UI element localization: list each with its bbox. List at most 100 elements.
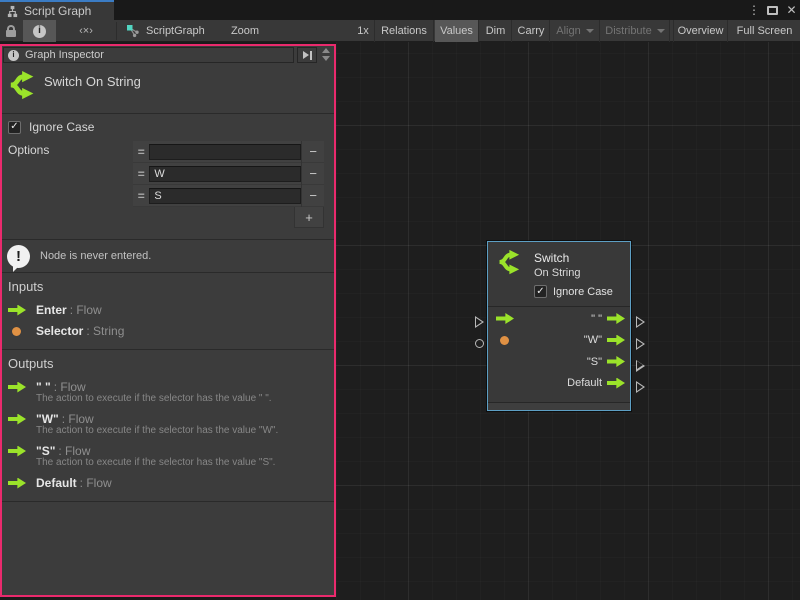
input-port-row: Selector: String bbox=[12, 322, 124, 340]
node-ignore-case-label: Ignore Case bbox=[553, 286, 613, 298]
distribute-dropdown[interactable]: Distribute bbox=[601, 20, 670, 42]
port-triangle-icon[interactable] bbox=[636, 316, 645, 328]
scroll-up-icon[interactable] bbox=[322, 48, 330, 53]
flow-arrow-icon bbox=[8, 414, 26, 425]
zoom-value: 1x bbox=[354, 20, 372, 42]
flow-output-port[interactable] bbox=[607, 335, 625, 346]
carry-button[interactable]: Carry bbox=[513, 20, 550, 42]
scroll-spinner bbox=[319, 46, 334, 64]
info-icon: i bbox=[33, 25, 46, 38]
align-dropdown[interactable]: Align bbox=[551, 20, 600, 42]
option-input[interactable] bbox=[149, 166, 301, 182]
hierarchy-icon bbox=[6, 5, 19, 18]
warning-text: Node is never entered. bbox=[40, 250, 151, 262]
node-body: " " "W" "S" Default bbox=[488, 308, 630, 394]
drag-handle-icon[interactable]: = bbox=[133, 145, 149, 159]
inputs-heading: Inputs bbox=[8, 279, 43, 294]
inspector-title: Graph Inspector bbox=[25, 49, 104, 61]
port-triangle-icon[interactable] bbox=[636, 381, 645, 393]
ignore-case-checkbox[interactable]: ✓ bbox=[8, 121, 21, 134]
lock-icon bbox=[6, 25, 16, 37]
flow-arrow-icon bbox=[8, 382, 26, 393]
node-ignore-case-checkbox[interactable]: ✓ bbox=[534, 285, 547, 298]
script-graph-window: Script Graph ⋮ ✕ i ‹×› ScriptGraph bbox=[0, 0, 800, 600]
flow-input-port[interactable] bbox=[496, 313, 514, 324]
options-list: = − = − = − + bbox=[133, 141, 324, 228]
switch-icon bbox=[497, 249, 525, 275]
option-row: = − bbox=[133, 185, 324, 207]
values-button[interactable]: Values bbox=[435, 20, 479, 42]
code-view-button[interactable]: ‹×› bbox=[60, 20, 112, 42]
scroll-down-icon[interactable] bbox=[322, 56, 330, 61]
output-port-description: The action to execute if the selector ha… bbox=[36, 425, 278, 436]
option-row: = − bbox=[133, 163, 324, 185]
flow-arrow-icon bbox=[8, 446, 26, 457]
output-port-description: The action to execute if the selector ha… bbox=[36, 457, 275, 468]
ignore-case-row: ✓ Ignore Case bbox=[8, 120, 94, 134]
switch-icon bbox=[9, 70, 39, 100]
graph-breadcrumb[interactable]: ScriptGraph bbox=[126, 20, 226, 42]
code-icon: ‹×› bbox=[79, 25, 93, 37]
graph-toolbar: i ‹×› ScriptGraph Zoom 1x Relations Valu… bbox=[0, 20, 800, 42]
flow-arrow-icon bbox=[8, 478, 26, 489]
option-row: = − bbox=[133, 141, 324, 163]
info-icon: i bbox=[8, 50, 19, 61]
chevron-down-icon bbox=[586, 29, 594, 33]
menu-icon[interactable]: ⋮ bbox=[748, 3, 760, 17]
port-circle-icon[interactable] bbox=[475, 339, 484, 348]
separator bbox=[2, 272, 334, 273]
option-input[interactable] bbox=[149, 188, 301, 204]
flow-output-port[interactable] bbox=[607, 378, 625, 389]
relations-button[interactable]: Relations bbox=[374, 20, 434, 42]
value-input-port[interactable] bbox=[500, 336, 509, 345]
port-triangle-icon[interactable] bbox=[636, 360, 645, 372]
output-port-description: The action to execute if the selector ha… bbox=[36, 393, 272, 404]
node-header: Switch On String ✓ Ignore Case bbox=[488, 242, 630, 307]
close-icon[interactable]: ✕ bbox=[785, 3, 798, 17]
node-footer bbox=[488, 402, 630, 410]
overview-button[interactable]: Overview bbox=[673, 20, 728, 42]
add-option-button[interactable]: + bbox=[294, 207, 324, 228]
inspector-toggle-button[interactable]: i bbox=[23, 20, 56, 42]
script-graph-icon bbox=[126, 24, 140, 38]
separator bbox=[2, 239, 334, 240]
ignore-case-label: Ignore Case bbox=[29, 120, 94, 134]
flow-output-port[interactable] bbox=[607, 356, 625, 367]
remove-option-button[interactable]: − bbox=[301, 163, 324, 185]
inspector-header: i Graph Inspector bbox=[3, 47, 294, 63]
input-port-row: Enter: Flow bbox=[8, 301, 102, 319]
separator bbox=[2, 349, 334, 350]
outputs-heading: Outputs bbox=[8, 356, 54, 371]
zoom-label: Zoom bbox=[228, 20, 262, 42]
option-input[interactable] bbox=[149, 144, 301, 160]
separator bbox=[2, 113, 334, 114]
node-output-label: Default bbox=[567, 377, 602, 389]
graph-inspector-panel: i Graph Inspector Switch On String bbox=[0, 44, 336, 597]
fullscreen-button[interactable]: Full Screen bbox=[729, 20, 800, 42]
port-triangle-icon[interactable] bbox=[636, 338, 645, 350]
maximize-icon[interactable] bbox=[767, 6, 778, 15]
selected-node-title: Switch On String bbox=[44, 74, 141, 89]
port-triangle-icon[interactable] bbox=[475, 316, 484, 328]
tab-bar: Script Graph ⋮ ✕ bbox=[0, 0, 800, 20]
remove-option-button[interactable]: − bbox=[301, 141, 324, 163]
node-output-label: " " bbox=[591, 313, 602, 325]
node-subtitle: On String bbox=[534, 267, 580, 279]
tab-label: Script Graph bbox=[24, 4, 91, 18]
node-output-label: "S" bbox=[587, 356, 602, 368]
dock-button[interactable] bbox=[297, 47, 317, 63]
options-label: Options bbox=[8, 143, 49, 157]
dim-button[interactable]: Dim bbox=[480, 20, 512, 42]
window-controls: ⋮ ✕ bbox=[748, 0, 798, 20]
flow-output-port[interactable] bbox=[607, 313, 625, 324]
node-title: Switch bbox=[534, 251, 569, 265]
value-dot-icon bbox=[12, 327, 21, 336]
node-output-label: "W" bbox=[584, 334, 602, 346]
switch-on-string-node[interactable]: Switch On String ✓ Ignore Case " " "W" bbox=[487, 241, 631, 411]
lock-button[interactable] bbox=[0, 20, 22, 42]
remove-option-button[interactable]: − bbox=[301, 185, 324, 207]
drag-handle-icon[interactable]: = bbox=[133, 189, 149, 203]
drag-handle-icon[interactable]: = bbox=[133, 167, 149, 181]
graph-canvas[interactable]: Switch On String ✓ Ignore Case " " "W" bbox=[336, 42, 800, 600]
tab-script-graph[interactable]: Script Graph bbox=[0, 0, 114, 20]
